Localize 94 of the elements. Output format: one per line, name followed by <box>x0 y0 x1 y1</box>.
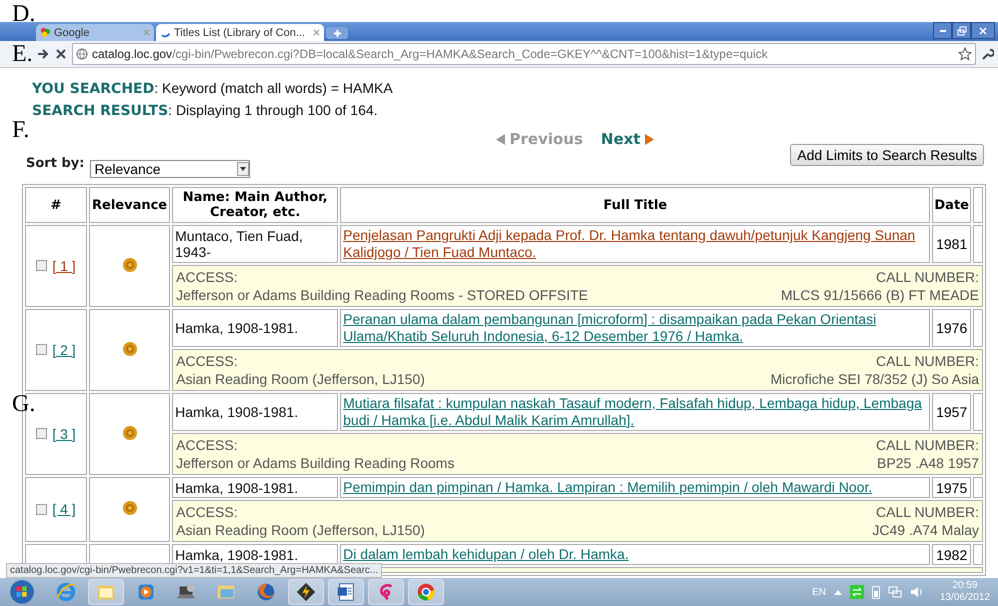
add-limits-button[interactable]: Add Limits to Search Results <box>790 144 984 166</box>
close-button[interactable] <box>971 22 995 39</box>
checkbox[interactable] <box>36 504 48 515</box>
wrench-icon[interactable] <box>980 47 994 61</box>
taskbar-button[interactable] <box>288 579 324 605</box>
date-cell: 1975 <box>932 477 971 498</box>
author-cell: Hamka, 1908-1981. <box>172 393 338 431</box>
address-bar[interactable]: catalog.loc.gov/cgi-bin/Pwebrecon.cgi?DB=local&Search_Arg=HAMKA&Search_Code=GKEY^^&CNT=100&hist=1&type=quick <box>72 43 976 65</box>
record-number-link[interactable]: [ 2 ] <box>52 342 76 358</box>
status-bar: catalog.loc.gov/cgi-bin/Pwebrecon.cgi?v1=1&ti=1,1&Search_Arg=HAMKA&Searc... <box>6 563 382 578</box>
up-caret-icon[interactable] <box>834 589 842 595</box>
colorful-logo-icon <box>40 27 51 38</box>
letter-e-icon <box>55 581 77 603</box>
column-header: # <box>25 187 87 223</box>
sort-dropdown[interactable]: Relevance <box>90 160 250 178</box>
author-cell: Hamka, 1908-1981. <box>172 477 338 498</box>
author-cell: Hamka, 1908-1981. <box>172 309 338 347</box>
minimize-button[interactable] <box>933 22 952 39</box>
searched-line: YOU SEARCHED: Keyword (match all words) = HAMKA <box>31 79 394 99</box>
browser-tab[interactable]: Titles List (Library of Con... <box>156 24 324 41</box>
forward-arrow-icon[interactable] <box>36 47 50 61</box>
checkbox[interactable] <box>36 428 48 440</box>
minimize-icon <box>940 30 946 32</box>
access-label: ACCESS: <box>176 352 238 370</box>
chrome-icon <box>415 581 437 603</box>
taskbar-button[interactable] <box>328 579 364 605</box>
call-number-label: CALL NUMBER: <box>876 436 979 454</box>
network-icon[interactable] <box>888 585 902 599</box>
tab-label: Titles List (Library of Con... <box>174 26 306 38</box>
document-icon <box>335 581 357 603</box>
globe-fox-icon <box>255 581 277 603</box>
call-number: MLCS 91/15666 (B) FT MEADE <box>780 286 979 304</box>
sync-arrows-icon[interactable] <box>850 585 864 599</box>
relevance-flower-icon <box>122 340 138 356</box>
title-link[interactable]: Pemimpin dan pimpinan / Hamka. Lampiran : Memilih pemimpin / oleh Mawardi Noor. <box>343 479 928 496</box>
restore-button[interactable] <box>952 22 971 39</box>
access-label: ACCESS: <box>176 268 238 286</box>
call-number-label: CALL NUMBER: <box>876 503 979 521</box>
access-location: Asian Reading Room (Jefferson, LJ150) <box>176 370 425 388</box>
call-number: BP25 .A48 1957 <box>877 454 979 472</box>
next-link[interactable]: Next <box>600 130 654 148</box>
record-number-link[interactable]: [ 3 ] <box>52 426 76 442</box>
results-line: SEARCH RESULTS: Displaying 1 through 100 of 164. <box>31 101 379 121</box>
title-link[interactable]: Penjelasan Pangrukti Adji kepada Prof. Dr. Hamka tentang dawuh/petunjuk Kangjeng Sunan Kalidjogo / Tien Fuad Muntaco. <box>343 227 928 261</box>
tab-label: Google <box>54 26 90 38</box>
title-link[interactable]: Peranan ulama dalam pembangunan [microform] : disampaikan pada Pekan Orientasi Ulama/Khatib Seluruh Indonesia, 6-12 Desember 1976 / Hamka. <box>343 311 928 345</box>
record-number-link[interactable]: [ 4 ] <box>52 501 76 518</box>
date-cell: 1957 <box>932 393 971 431</box>
column-header: Name: Main Author, Creator, etc. <box>172 187 338 223</box>
date-cell: 1976 <box>932 309 971 347</box>
lightning-icon <box>295 581 317 603</box>
restore-icon <box>956 26 966 36</box>
call-number-label: CALL NUMBER: <box>876 268 979 286</box>
start-button[interactable] <box>8 578 36 606</box>
access-location: Jefferson or Adams Building Reading Rooms <box>176 454 454 472</box>
taskbar-button[interactable] <box>408 579 444 605</box>
globe-icon <box>76 48 88 60</box>
access-location: Asian Reading Room (Jefferson, LJ150) <box>176 521 425 539</box>
call-number-label: CALL NUMBER: <box>876 352 979 370</box>
checkbox[interactable] <box>36 260 48 272</box>
title-link[interactable]: Di dalam lembah kehidupan / oleh Dr. Hamka. <box>343 546 928 563</box>
access-label: ACCESS: <box>176 436 238 454</box>
relevance-flower-icon <box>122 500 138 516</box>
column-header: Relevance <box>89 187 170 223</box>
date-cell: 1982 <box>932 544 971 565</box>
speaker-icon[interactable] <box>910 585 924 599</box>
access-label: ACCESS: <box>176 503 238 521</box>
date-cell: 1981 <box>932 225 971 263</box>
relevance-flower-icon <box>122 256 138 272</box>
record-number-link[interactable]: [ 1 ] <box>52 258 76 274</box>
annotation-label: G. <box>12 392 36 416</box>
new-tab-button[interactable] <box>326 27 348 39</box>
close-icon[interactable] <box>313 29 320 36</box>
right-triangle-icon <box>645 134 654 144</box>
checkbox[interactable] <box>36 344 48 356</box>
plus-icon <box>332 28 342 38</box>
annotation-label: F. <box>12 118 30 142</box>
annotation-label: E. <box>12 42 33 66</box>
sort-label: Sort by: <box>26 156 84 170</box>
author-cell: Muntaco, Tien Fuad, 1943- <box>172 225 338 263</box>
title-link[interactable]: Mutiara filsafat : kumpulan naskah Tasauf modern, Falsafah hidup, Lembaga hidup, Lembaga budi / Hamka [i.e. Abdul Malik Karim Amrullah]. <box>343 395 928 429</box>
star-icon[interactable] <box>958 47 972 61</box>
left-triangle-icon <box>496 134 504 144</box>
annotation-label: D. <box>12 2 36 26</box>
column-header: Date <box>932 187 971 223</box>
call-number: JC49 .A74 Malay <box>872 521 979 539</box>
call-number: Microfiche SEI 78/352 (J) So Asia <box>770 370 979 388</box>
close-icon <box>978 26 988 36</box>
access-location: Jefferson or Adams Building Reading Rooms - STORED OFFSITE <box>176 286 588 304</box>
browser-tab[interactable]: Google <box>36 24 154 41</box>
column-header: Full Title <box>340 187 930 223</box>
stop-icon[interactable] <box>54 47 68 61</box>
relevance-flower-icon <box>122 424 138 440</box>
battery-icon[interactable] <box>872 585 880 599</box>
